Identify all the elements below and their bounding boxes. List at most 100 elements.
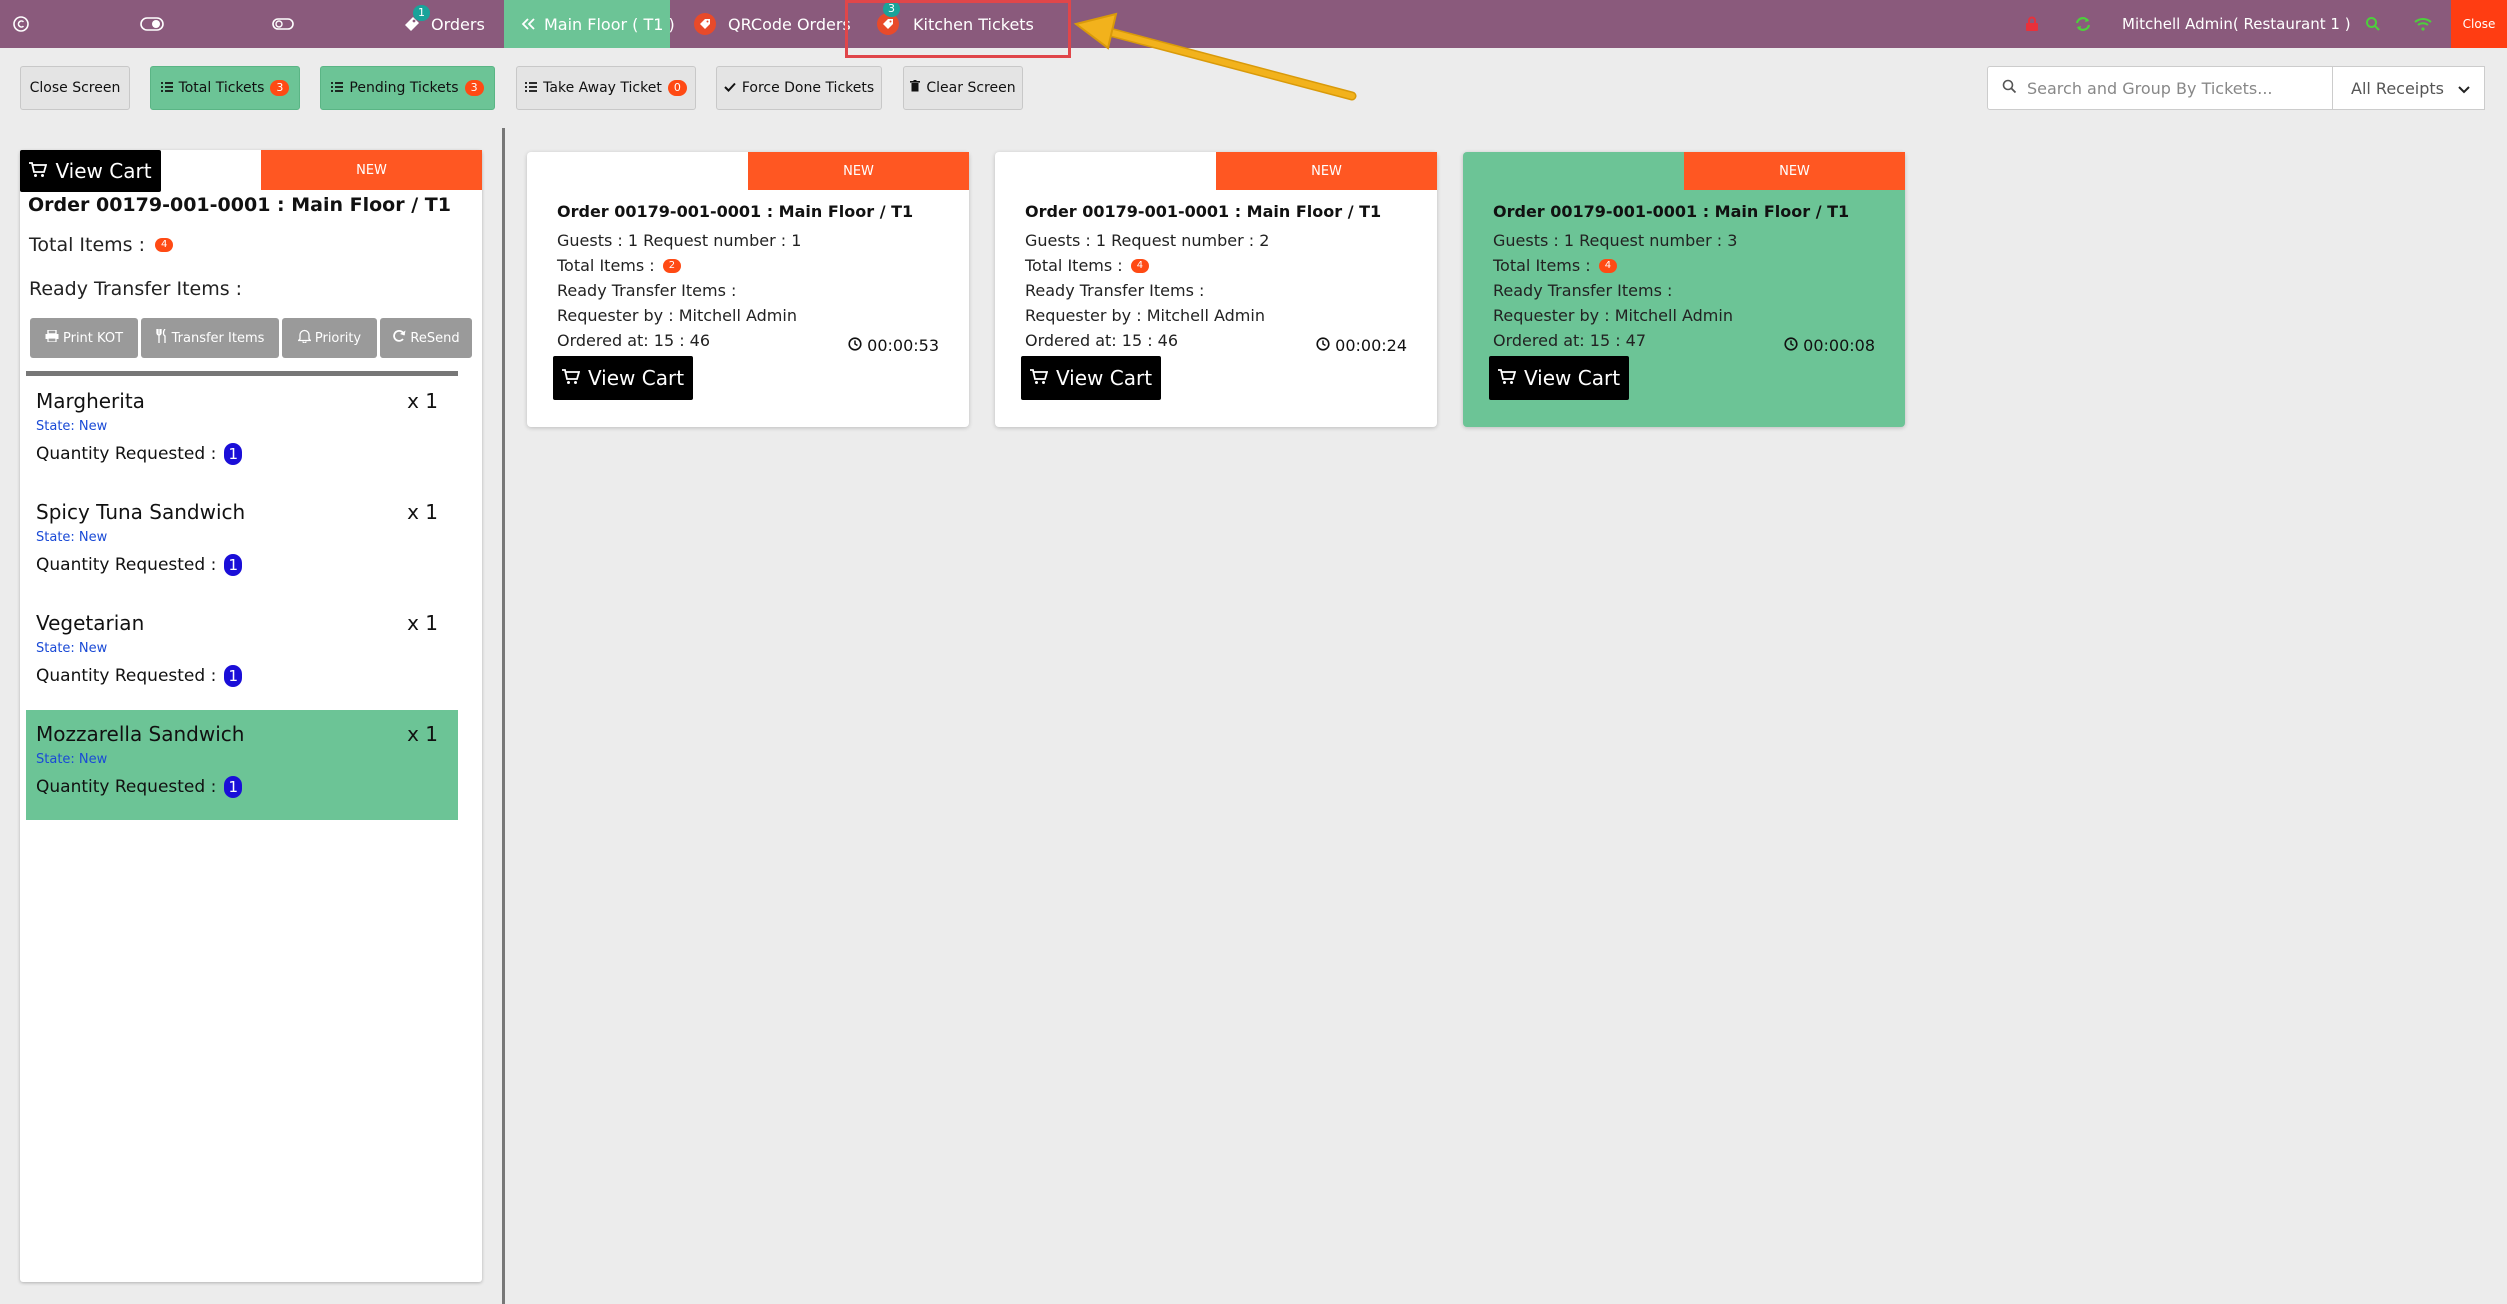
ticket-total-items: Total Items : 2 [557, 256, 682, 275]
print-kot-button[interactable]: Print KOT [30, 318, 138, 358]
qrcode-orders-tab[interactable]: QRCode Orders [694, 0, 851, 48]
take-away-label: Take Away Ticket [543, 80, 662, 96]
item-qty: x 1 [407, 611, 438, 635]
priority-button[interactable]: Priority [282, 318, 377, 358]
quantity-requested-label: Quantity Requested : [36, 555, 217, 575]
printer-icon [45, 329, 59, 346]
quantity-requested-row: Quantity Requested : 1 [36, 554, 243, 576]
ticket-total-items-label: Total Items : [557, 256, 655, 275]
cart-icon [1029, 366, 1049, 390]
ticket-requester: Requester by : Mitchell Admin [1025, 306, 1265, 325]
kitchen-tickets-highlight [845, 0, 1071, 58]
ticket-title: Order 00179-001-0001 : Main Floor / T1 [1025, 202, 1382, 221]
view-cart-button[interactable]: View Cart [1021, 356, 1161, 400]
list-item[interactable]: Vegetarian x 1 State: New Quantity Reque… [26, 599, 458, 709]
receipts-select[interactable]: All Receipts [2333, 66, 2485, 110]
trash-icon [910, 80, 921, 96]
ticket-requester: Requester by : Mitchell Admin [1493, 306, 1733, 325]
total-items-label: Total Items : [29, 234, 146, 256]
list-item-selected[interactable]: Mozzarella Sandwich x 1 State: New Quant… [26, 710, 458, 820]
item-state: State: New [36, 641, 108, 656]
cart-icon [1497, 366, 1517, 390]
wifi-icon [2414, 0, 2432, 48]
item-qty: x 1 [407, 722, 438, 746]
status-badge: NEW [1684, 152, 1905, 190]
close-button[interactable]: Close [2451, 0, 2507, 48]
orders-tab[interactable]: 1 Orders [403, 0, 485, 48]
ticket-ordered-at: Ordered at: 15 : 46 [1025, 331, 1179, 350]
close-screen-button[interactable]: Close Screen [20, 66, 130, 110]
chevron-double-left-icon [520, 17, 536, 31]
ticket-guests: Guests : 1 Request number : 3 [1493, 231, 1738, 250]
view-cart-button[interactable]: View Cart [553, 356, 693, 400]
pending-tickets-button[interactable]: Pending Tickets 3 [320, 66, 495, 110]
item-name: Mozzarella Sandwich [36, 722, 245, 746]
orders-tab-label: Orders [431, 14, 485, 34]
force-done-tickets-button[interactable]: Force Done Tickets [716, 66, 882, 110]
list-item[interactable]: Margherita x 1 State: New Quantity Reque… [26, 377, 458, 487]
order-title: Order 00179-001-0001 : Main Floor / T1 [28, 194, 451, 216]
transfer-items-button[interactable]: Transfer Items [141, 318, 279, 358]
ticket-total-items-label: Total Items : [1493, 256, 1591, 275]
clear-screen-button[interactable]: Clear Screen [903, 66, 1023, 110]
status-badge: NEW [1216, 152, 1437, 190]
item-qty: x 1 [407, 389, 438, 413]
cart-icon [561, 366, 581, 390]
pending-tickets-label: Pending Tickets [349, 80, 459, 96]
quantity-requested-badge: 1 [224, 665, 243, 687]
view-cart-label: View Cart [587, 366, 685, 390]
total-tickets-button[interactable]: Total Tickets 3 [150, 66, 300, 110]
ticket-card[interactable]: NEW Order 00179-001-0001 : Main Floor / … [527, 152, 969, 427]
annotation-arrow [1073, 12, 1357, 101]
ticket-title: Order 00179-001-0001 : Main Floor / T1 [557, 202, 914, 221]
quantity-requested-row: Quantity Requested : 1 [36, 776, 243, 798]
ticket-search-box[interactable] [1987, 66, 2333, 110]
cutlery-icon [155, 328, 168, 347]
tag-icon [694, 13, 716, 35]
ticket-total-items-count: 4 [1130, 258, 1150, 273]
chevron-down-icon [2458, 79, 2470, 98]
list-item[interactable]: Spicy Tuna Sandwich x 1 State: New Quant… [26, 488, 458, 598]
quantity-requested-row: Quantity Requested : 1 [36, 665, 243, 687]
qrcode-orders-label: QRCode Orders [728, 14, 851, 34]
ticket-title: Order 00179-001-0001 : Main Floor / T1 [1493, 202, 1850, 221]
sync-icon[interactable] [2074, 0, 2092, 48]
user-label[interactable]: Mitchell Admin( Restaurant 1 ) [2122, 0, 2351, 48]
ticket-card[interactable]: NEW Order 00179-001-0001 : Main Floor / … [995, 152, 1437, 427]
clear-screen-label: Clear Screen [926, 80, 1016, 96]
toggle-icon[interactable] [140, 0, 164, 48]
clock-icon [1316, 336, 1330, 355]
ticket-card-selected[interactable]: NEW Order 00179-001-0001 : Main Floor / … [1463, 152, 1905, 427]
copyright-icon[interactable] [12, 0, 30, 48]
ticket-timer-value: 00:00:24 [1335, 336, 1407, 355]
ticket-total-items-label: Total Items : [1025, 256, 1123, 275]
pending-tickets-count: 3 [464, 80, 484, 96]
view-cart-label: View Cart [1055, 366, 1153, 390]
resend-button[interactable]: ReSend [380, 318, 472, 358]
clock-icon [1784, 336, 1798, 355]
bell-icon [296, 329, 312, 347]
ready-transfer-label: Ready Transfer Items : [29, 278, 243, 300]
link-icon[interactable] [272, 0, 294, 48]
take-away-ticket-button[interactable]: Take Away Ticket 0 [516, 66, 696, 110]
resend-label: ReSend [410, 330, 460, 346]
ticket-ordered-at: Ordered at: 15 : 46 [557, 331, 711, 350]
ticket-total-items-count: 2 [662, 258, 682, 273]
take-away-count: 0 [667, 80, 687, 96]
lock-icon[interactable] [2024, 0, 2040, 48]
view-cart-button[interactable]: View Cart [1489, 356, 1629, 400]
quantity-requested-row: Quantity Requested : 1 [36, 443, 243, 465]
ticket-timer: 00:00:53 [848, 336, 939, 355]
ticket-requester: Requester by : Mitchell Admin [557, 306, 797, 325]
quantity-requested-badge: 1 [224, 554, 243, 576]
status-badge: NEW [261, 150, 482, 190]
cart-icon [29, 159, 48, 183]
view-cart-button[interactable]: View Cart [20, 150, 161, 192]
ticket-search-input[interactable] [2027, 78, 2317, 98]
item-qty: x 1 [407, 500, 438, 524]
list-icon [331, 80, 344, 96]
refresh-icon [392, 329, 406, 347]
transfer-items-label: Transfer Items [171, 330, 265, 346]
main-floor-tab[interactable]: Main Floor ( T1 ) [504, 0, 675, 48]
search-icon[interactable] [2365, 0, 2381, 48]
